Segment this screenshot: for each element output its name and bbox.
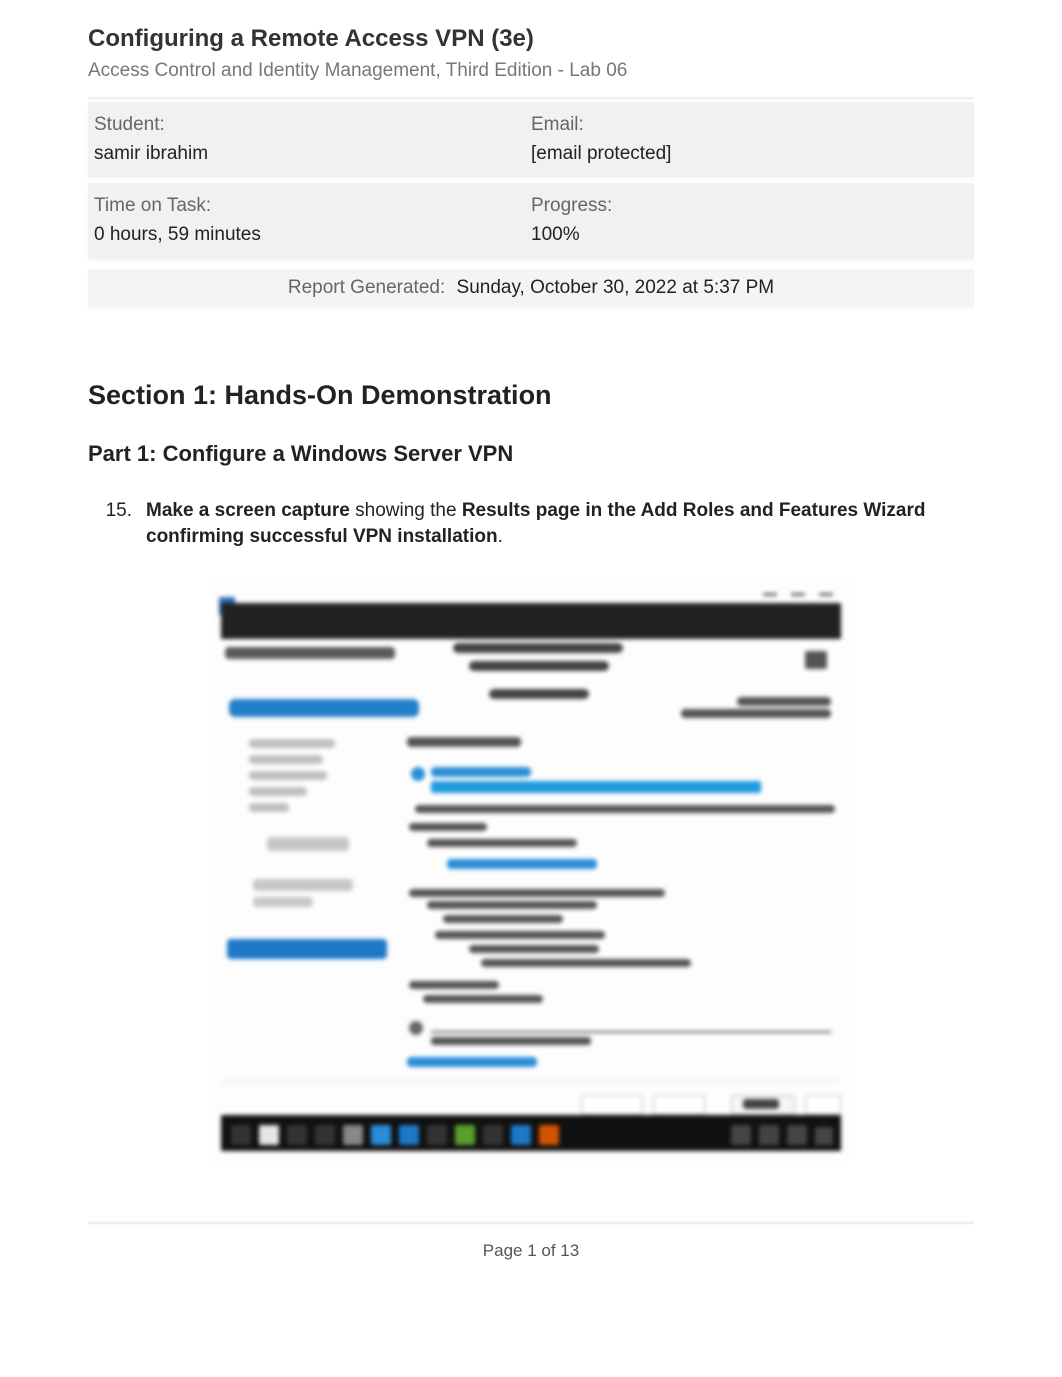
student-value: samir ibrahim	[94, 141, 531, 168]
footer-divider	[88, 1221, 974, 1225]
email-label: Email:	[531, 112, 968, 139]
step-bold1: Make a screen capture	[146, 500, 350, 521]
student-info-block: Student: samir ibrahim Email: [email pro…	[88, 102, 974, 177]
progress-label: Progress:	[531, 193, 968, 220]
screenshot-container	[88, 581, 974, 1161]
blurred-screenshot	[211, 581, 851, 1161]
report-generated-label: Report Generated:	[288, 277, 445, 298]
time-info-block: Time on Task: 0 hours, 59 minutes Progre…	[88, 183, 974, 258]
time-label: Time on Task:	[94, 193, 531, 220]
report-generated-row: Report Generated: Sunday, October 30, 20…	[88, 269, 974, 308]
page-number: Page 1 of 13	[88, 1239, 974, 1263]
time-value: 0 hours, 59 minutes	[94, 222, 531, 249]
document-title: Configuring a Remote Access VPN (3e)	[88, 22, 974, 56]
document-subtitle: Access Control and Identity Management, …	[88, 58, 974, 85]
document-page: Configuring a Remote Access VPN (3e) Acc…	[0, 0, 1062, 1293]
header-divider	[88, 96, 974, 100]
email-value: [email protected]	[531, 141, 968, 168]
step-middle: showing the	[350, 500, 462, 521]
step-item: 15. Make a screen capture showing the Re…	[88, 498, 974, 551]
progress-value: 100%	[531, 222, 968, 249]
student-label: Student:	[94, 112, 531, 139]
section-heading: Section 1: Hands-On Demonstration	[88, 377, 974, 415]
step-number: 15.	[88, 498, 146, 551]
step-end: .	[498, 526, 503, 547]
part-heading: Part 1: Configure a Windows Server VPN	[88, 439, 974, 470]
step-text: Make a screen capture showing the Result…	[146, 498, 974, 551]
report-generated-value: Sunday, October 30, 2022 at 5:37 PM	[457, 277, 775, 298]
